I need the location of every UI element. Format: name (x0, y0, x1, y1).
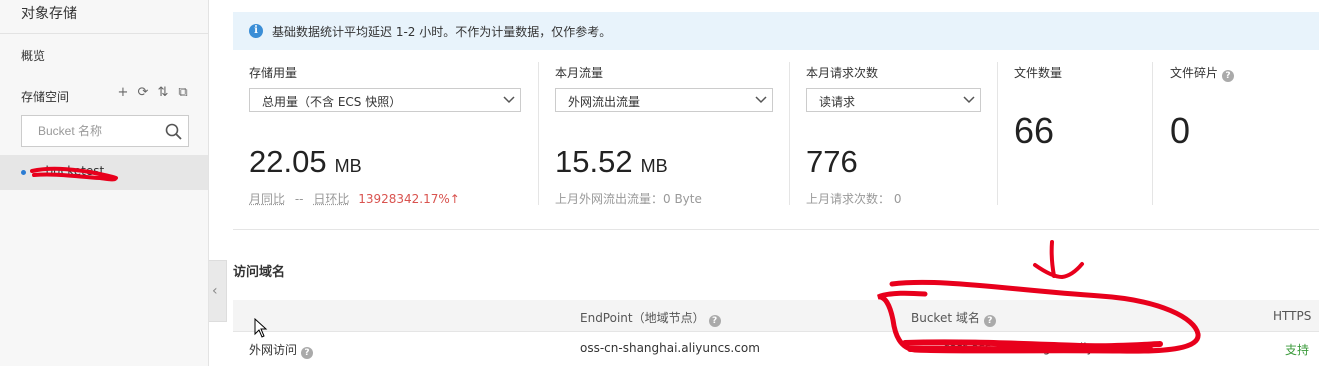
storage-value: 22.05 (249, 144, 327, 179)
stat-label: 本月请求次数 (806, 66, 879, 80)
stat-value: 776 (806, 144, 858, 179)
oss-console: 对象存储 概览 存储空间 + ⟳ ⇅ ⧉ ...bucketest ‹ i (0, 0, 1319, 366)
info-notice: i 基础数据统计平均延迟 1-2 小时。不作为计量数据，仅作参考。 (233, 12, 1319, 50)
traffic-value: 15.52 (555, 144, 633, 179)
collapse-sidebar-button[interactable]: ‹ (209, 260, 227, 322)
dod-value: 13928342.17%↑ (358, 192, 460, 206)
traffic-unit: MB (640, 156, 668, 176)
https-status-cell: 支持 (1285, 343, 1310, 357)
table-header: EndPoint（地域节点）? Bucket 域名? HTTPS (233, 300, 1319, 332)
info-icon: i (249, 24, 263, 38)
stat-value: 22.05 MB (249, 144, 362, 180)
bucket-search-input[interactable] (22, 116, 157, 146)
storage-type-select[interactable]: 总用量（不含 ECS 快照） (249, 88, 521, 112)
help-icon[interactable]: ? (1222, 70, 1235, 82)
select-value: 外网流出流量 (568, 95, 641, 109)
help-icon[interactable]: ? (983, 315, 996, 327)
help-icon[interactable]: ? (301, 347, 314, 359)
table-row: 外网访问? oss-cn-shanghai.aliyuncs.com ...te… (233, 333, 1319, 366)
fragments-label: 文件碎片 (1170, 66, 1219, 80)
header-label: EndPoint（地域节点） (580, 311, 705, 325)
chevron-down-icon (755, 96, 767, 104)
divider (997, 62, 998, 205)
add-icon[interactable]: + (116, 86, 130, 100)
stat-label: 文件碎片? (1170, 64, 1235, 82)
chevron-left-icon: ‹ (212, 283, 218, 299)
sort-icon[interactable]: ⇅ (156, 86, 170, 100)
stat-traffic: 本月流量 外网流出流量 15.52 MB 上月外网流出流量：0 Byte (555, 60, 780, 206)
sidebar-item-bucket[interactable]: ...bucketest (0, 155, 208, 190)
access-type: 外网访问 (249, 343, 298, 357)
stat-compare: 上月请求次数： 0 (806, 192, 902, 206)
stat-files: 文件数量 66 (1014, 60, 1144, 206)
sidebar-section-buckets: 存储空间 (21, 90, 70, 104)
redaction-scribble (30, 166, 118, 182)
mom-label: 月同比 (249, 192, 286, 206)
notice-text: 基础数据统计平均延迟 1-2 小时。不作为计量数据，仅作参考。 (272, 25, 612, 39)
column-header-endpoint: EndPoint（地域节点）? (580, 309, 721, 327)
stat-label: 本月流量 (555, 66, 604, 80)
select-value: 读请求 (819, 95, 856, 109)
refresh-icon[interactable]: ⟳ (136, 86, 150, 100)
help-icon[interactable]: ? (708, 315, 721, 327)
stat-storage: 存储用量 总用量（不含 ECS 快照） 22.05 MB 月同比 -- 日环比 1… (249, 60, 529, 206)
column-header-https: HTTPS (1273, 309, 1312, 323)
column-header-bucket-domain: Bucket 域名? (911, 309, 996, 327)
stat-compare: 上月外网流出流量：0 Byte (555, 192, 702, 206)
mom-value: -- (294, 192, 304, 206)
stat-value: 66 (1014, 110, 1055, 151)
endpoint-cell: oss-cn-shanghai.aliyuncs.com (580, 341, 760, 355)
access-domain-title: 访问域名 (233, 265, 286, 280)
mouse-cursor-icon (254, 318, 268, 338)
storage-unit: MB (334, 156, 362, 176)
stat-compare: 月同比 -- 日环比 13928342.17%↑ (249, 190, 460, 207)
divider (1152, 62, 1153, 205)
chevron-down-icon (503, 96, 515, 104)
search-icon[interactable] (165, 123, 182, 140)
header-label: Bucket 域名 (911, 311, 980, 325)
stat-requests: 本月请求次数 读请求 776 上月请求次数： 0 (806, 60, 986, 206)
access-type-cell: 外网访问? (249, 341, 314, 359)
divider (789, 62, 790, 205)
sidebar-title: 对象存储 (21, 6, 77, 22)
stat-fragments: 文件碎片? 0 (1170, 60, 1310, 206)
expand-icon[interactable]: ⧉ (176, 86, 190, 100)
dod-label: 日环比 (313, 192, 350, 206)
stat-value: 15.52 MB (555, 144, 668, 180)
divider (538, 62, 539, 205)
stat-label: 文件数量 (1014, 66, 1063, 80)
sidebar-divider (0, 33, 209, 34)
select-value: 总用量（不含 ECS 快照） (262, 95, 402, 109)
bucket-toolbar: + ⟳ ⇅ ⧉ (116, 86, 190, 100)
active-dot-icon (21, 170, 26, 175)
bucket-domain-cell: ...test.oss-cn-shanghai.aliyuncs.com (933, 341, 1152, 355)
sidebar: 对象存储 概览 存储空间 + ⟳ ⇅ ⧉ ...bucketest (0, 0, 209, 366)
stat-label: 存储用量 (249, 66, 298, 80)
section-divider (233, 229, 1319, 230)
chevron-down-icon (963, 96, 975, 104)
traffic-type-select[interactable]: 外网流出流量 (555, 88, 773, 112)
request-type-select[interactable]: 读请求 (806, 88, 981, 112)
sidebar-item-overview[interactable]: 概览 (21, 47, 45, 64)
stat-value: 0 (1170, 110, 1191, 151)
bucket-search (21, 115, 189, 147)
